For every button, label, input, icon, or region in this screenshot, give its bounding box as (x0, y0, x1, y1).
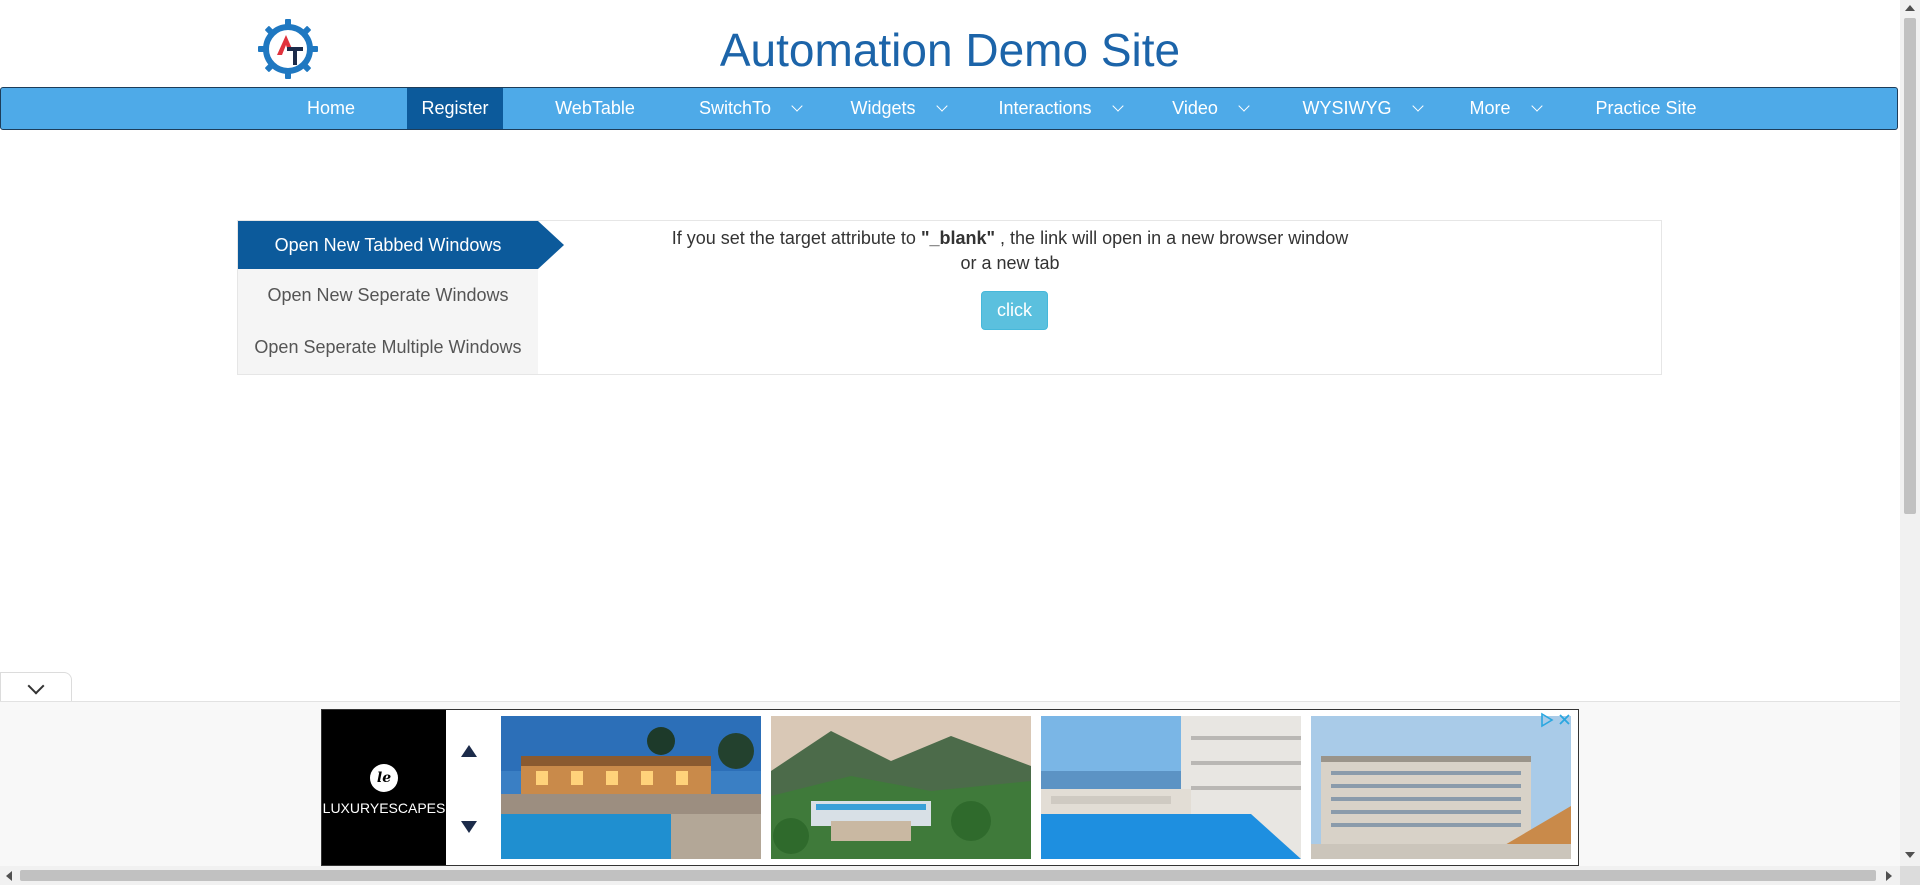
page-title: Automation Demo Site (0, 22, 1900, 78)
chevron-down-icon (791, 100, 803, 112)
horizontal-scroll-thumb[interactable] (20, 870, 1876, 881)
scroll-down-arrow-icon[interactable] (1905, 852, 1915, 858)
brand-monogram: le (370, 764, 398, 792)
ad-thumbnail-seaside-pool[interactable] (1041, 716, 1301, 859)
brand-name: LUXURYESCAPES (322, 800, 446, 816)
page: Automation Demo Site Home Register WebTa… (0, 0, 1900, 866)
tab-open-new-tabbed-windows[interactable]: Open New Tabbed Windows (238, 221, 564, 269)
city-hotel-image (1311, 716, 1571, 859)
nav-webtable-label: WebTable (555, 98, 635, 118)
ad-down-arrow-icon[interactable] (461, 821, 477, 833)
desc-text-before: If you set the target attribute to (671, 228, 916, 248)
scrollbar-corner (1900, 866, 1920, 885)
desc-text-line2: or a new tab (960, 253, 1060, 273)
nav-more-label: More (1469, 98, 1511, 118)
desc-text-after: , the link will open in a new browser wi… (1000, 228, 1349, 248)
chevron-down-icon (1238, 100, 1250, 112)
nav-widgets-label: Widgets (850, 98, 916, 118)
desc-target-blank: "_blank" (920, 228, 996, 248)
ad-thumbnail-city-hotel[interactable] (1311, 716, 1571, 859)
ad-up-arrow-icon[interactable] (461, 745, 477, 757)
chevron-down-icon (1411, 100, 1424, 112)
nav-practice-site[interactable]: Practice Site (1583, 88, 1709, 129)
nav-webtable[interactable]: WebTable (541, 88, 649, 129)
page-title-text: Automation Demo Site (719, 24, 1181, 76)
ad-collapse-toggle[interactable] (0, 672, 72, 702)
vertical-scroll-thumb[interactable] (1904, 18, 1916, 514)
nav-register-label: Register (421, 98, 489, 118)
nav-video-label: Video (1172, 98, 1218, 118)
window-tabs: Open New Tabbed Windows Open New Seperat… (238, 221, 564, 374)
click-button[interactable]: click (981, 291, 1048, 330)
nav-home[interactable]: Home (291, 88, 371, 129)
main-navbar: Home Register WebTable SwitchTo Widgets … (0, 87, 1898, 130)
nav-video[interactable]: Video (1165, 88, 1255, 129)
vertical-scrollbar[interactable] (1900, 0, 1920, 866)
nav-home-label: Home (306, 98, 355, 118)
seaside-pool-image (1041, 716, 1301, 859)
tab-description: If you set the target attribute to "_bla… (640, 226, 1380, 276)
tab-label: Open New Seperate Windows (267, 285, 509, 305)
tab-label: Open New Tabbed Windows (274, 235, 502, 255)
tab-open-new-seperate-windows[interactable]: Open New Seperate Windows (238, 271, 538, 319)
nav-widgets[interactable]: Widgets (843, 88, 953, 129)
ad-choices-icon (1541, 712, 1570, 728)
nav-wysiwyg[interactable]: WYSIWYG (1297, 88, 1427, 129)
ad-brand-panel[interactable]: le LUXURYESCAPES (322, 710, 446, 865)
scroll-left-arrow-icon[interactable] (6, 871, 12, 881)
chevron-down-icon (1530, 100, 1543, 112)
nav-switchto-label: SwitchTo (698, 98, 772, 118)
nav-more[interactable]: More (1465, 88, 1545, 129)
nav-practice-site-label: Practice Site (1595, 98, 1697, 118)
nav-register[interactable]: Register (407, 88, 503, 129)
scroll-up-arrow-icon[interactable] (1905, 5, 1915, 11)
scroll-right-arrow-icon[interactable] (1886, 871, 1892, 881)
ad-choices-close[interactable] (1538, 712, 1574, 728)
nav-wysiwyg-label: WYSIWYG (1302, 98, 1392, 118)
tab-open-seperate-multiple-windows[interactable]: Open Seperate Multiple Windows (238, 323, 538, 371)
chevron-down-icon (1111, 100, 1124, 112)
ad-thumbnail-mountain-resort[interactable] (771, 716, 1031, 859)
horizontal-scrollbar[interactable] (0, 866, 1900, 885)
nav-interactions[interactable]: Interactions (991, 88, 1129, 129)
resort-pool-image (501, 716, 761, 859)
mountain-resort-image (771, 716, 1031, 859)
chevron-down-icon (27, 677, 45, 695)
active-tab-arrow (538, 221, 564, 269)
ad-thumbnail-resort-pool[interactable] (501, 716, 761, 859)
tab-label: Open Seperate Multiple Windows (254, 337, 522, 357)
nav-interactions-label: Interactions (998, 98, 1092, 118)
nav-switchto[interactable]: SwitchTo (691, 88, 809, 129)
chevron-down-icon (935, 100, 948, 112)
advertisement[interactable]: le LUXURYESCAPES (321, 709, 1579, 866)
